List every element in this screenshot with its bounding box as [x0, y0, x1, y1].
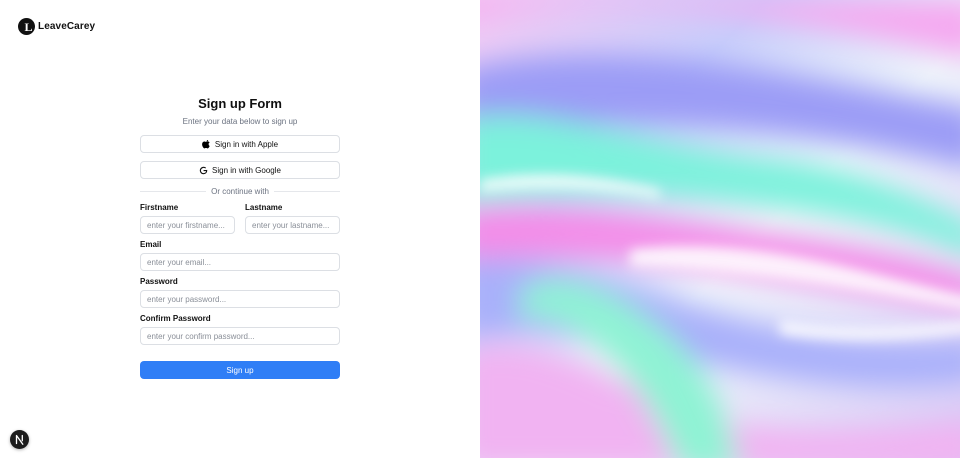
signup-panel: L LeaveCarey Sign up Form Enter your dat… [0, 0, 480, 458]
sign-in-apple-label: Sign in with Apple [214, 139, 279, 149]
page-subtitle: Enter your data below to sign up [182, 117, 298, 126]
sign-up-button[interactable]: Sign up [140, 361, 340, 379]
svg-text:L: L [25, 20, 33, 34]
signup-form: Sign up Form Enter your data below to si… [140, 96, 340, 379]
holographic-gradient-image [480, 0, 960, 458]
logo-letter-icon: L [25, 20, 33, 34]
sign-in-google-label: Sign in with Google [212, 165, 281, 175]
name-row: Firstname Lastname [140, 203, 340, 234]
firstname-field: Firstname [140, 203, 235, 234]
sign-in-google-button[interactable]: Sign in with Google [140, 161, 340, 179]
lastname-label: Lastname [245, 203, 283, 212]
email-field: Email [140, 240, 340, 271]
lastname-field: Lastname [245, 203, 340, 234]
apple-icon [202, 140, 210, 149]
divider: Or continue with [140, 185, 340, 197]
confirm-password-label: Confirm Password [140, 314, 211, 323]
confirm-password-field: Confirm Password [140, 314, 340, 345]
email-input[interactable] [140, 253, 340, 271]
password-label: Password [140, 277, 178, 286]
nextjs-icon [15, 434, 24, 445]
brand[interactable]: L LeaveCarey [18, 18, 95, 35]
firstname-input[interactable] [140, 216, 235, 234]
firstname-label: Firstname [140, 203, 179, 212]
sign-in-apple-button[interactable]: Sign in with Apple [140, 135, 340, 153]
brand-name: LeaveCarey [38, 21, 96, 32]
lastname-input[interactable] [245, 216, 340, 234]
page-title: Sign up Form [198, 96, 282, 111]
confirm-password-input[interactable] [140, 327, 340, 345]
brand-logo-icon: L [18, 18, 35, 35]
password-field: Password [140, 277, 340, 308]
nextjs-dev-badge[interactable] [10, 430, 29, 449]
email-label: Email [140, 240, 162, 249]
hero-image [480, 0, 960, 458]
password-input[interactable] [140, 290, 340, 308]
divider-label: Or continue with [206, 186, 274, 196]
google-icon [199, 166, 208, 174]
